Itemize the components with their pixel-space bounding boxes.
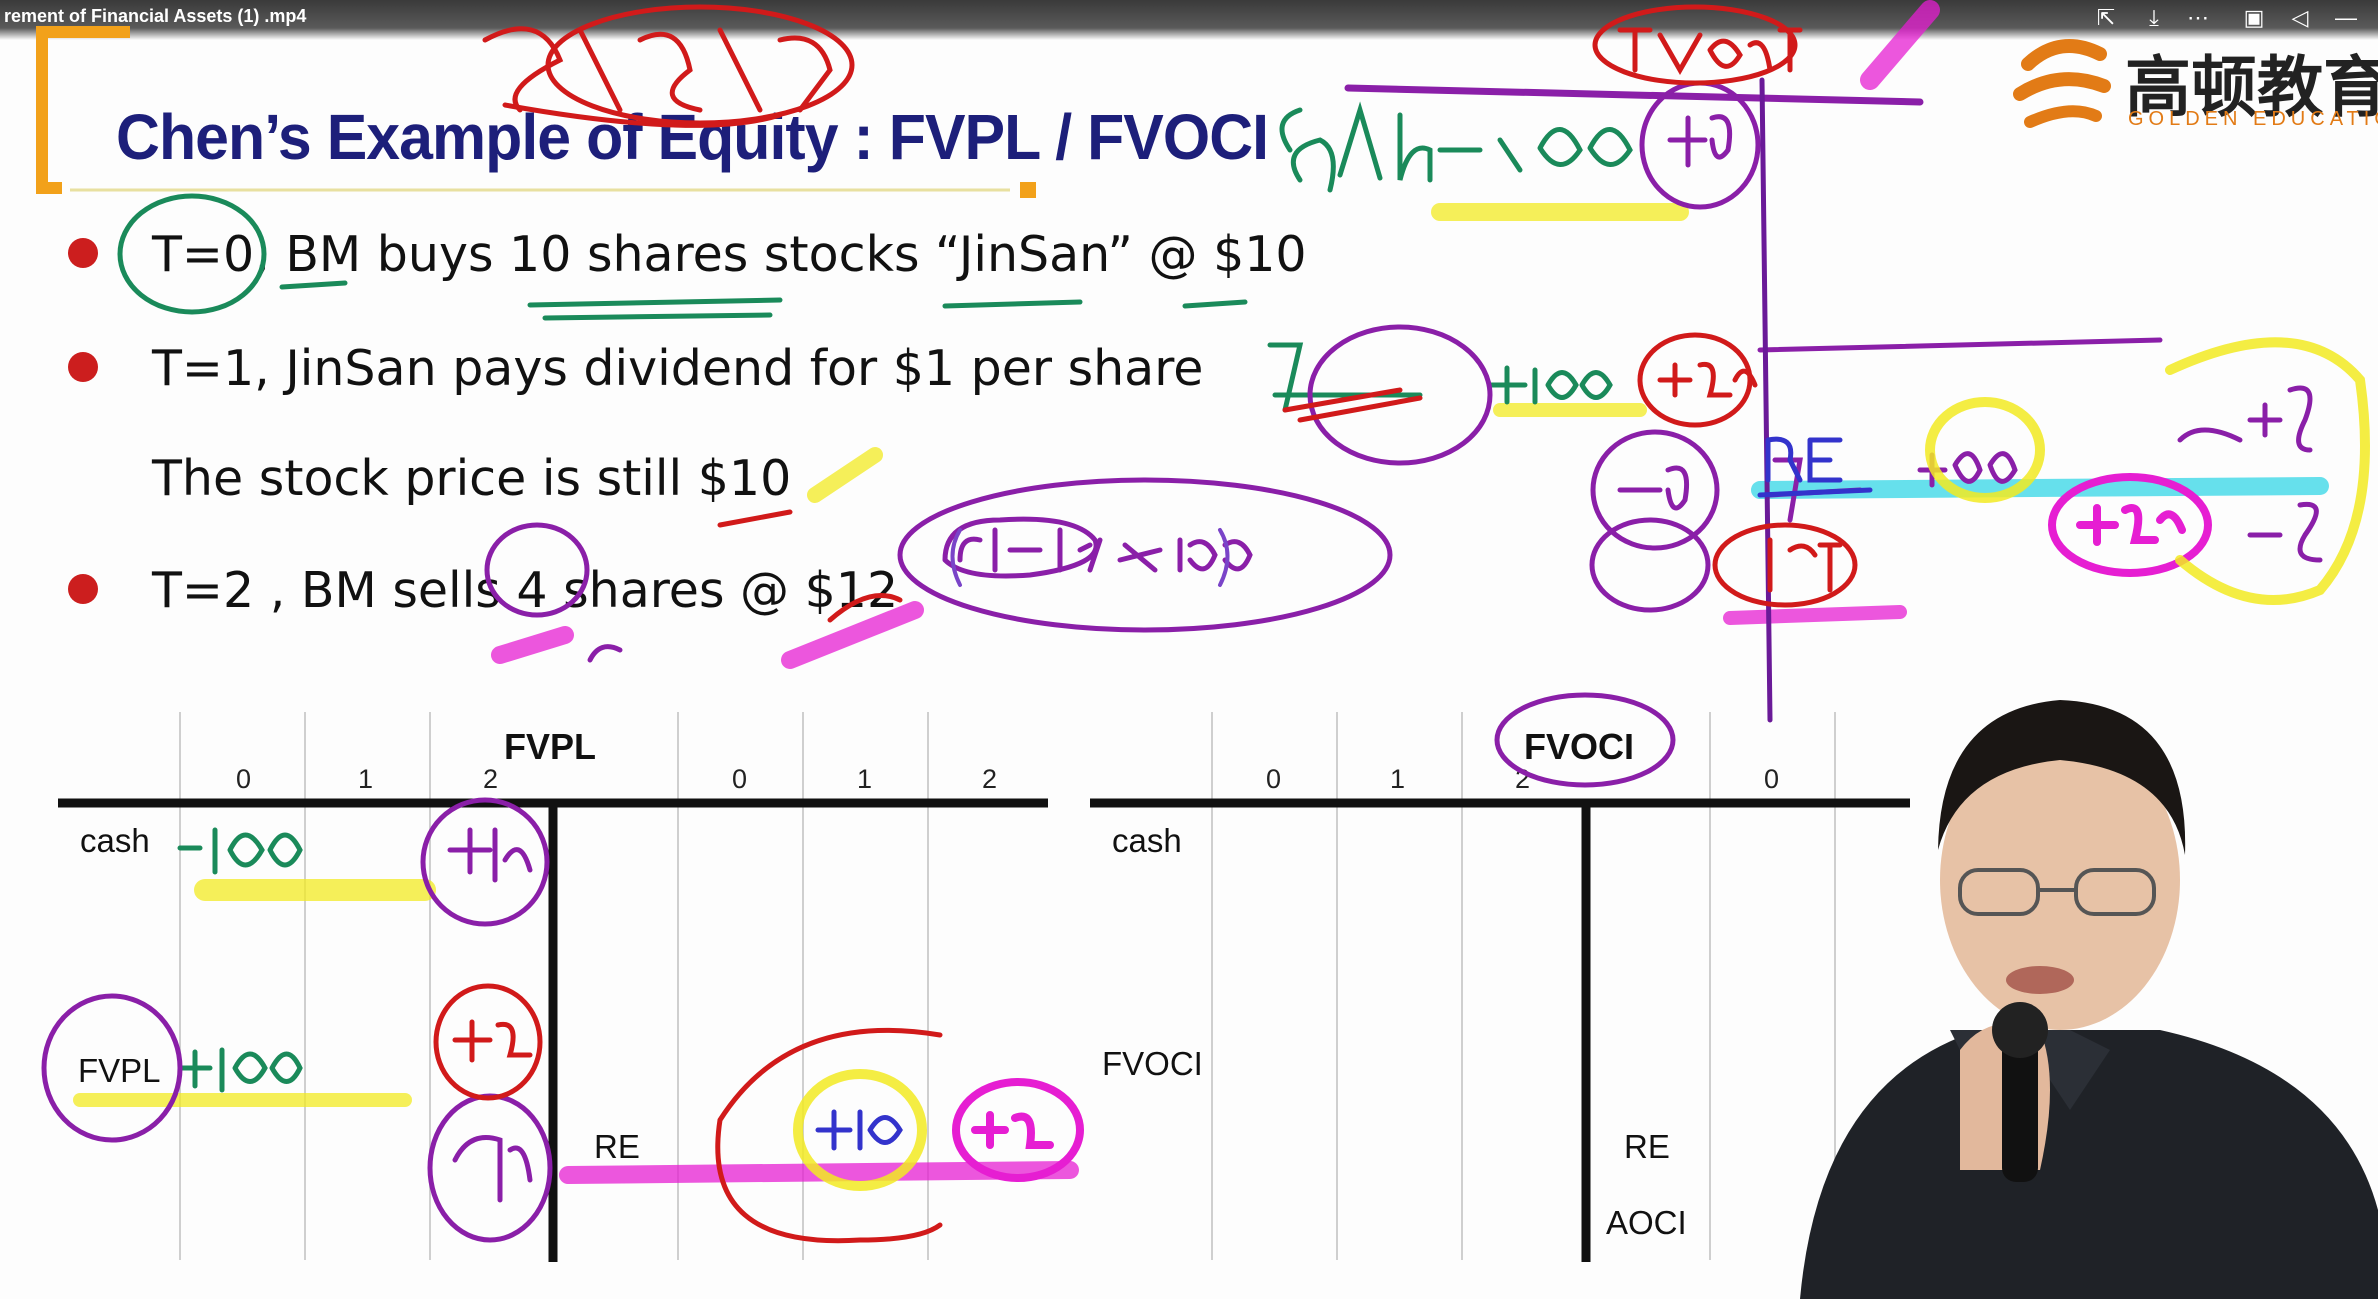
presenter-video — [1740, 650, 2378, 1299]
presenter-figure — [1800, 700, 2378, 1299]
video-frame: rement of Financial Assets (1) .mp4 ⇱ ⤓ … — [0, 0, 2378, 1299]
